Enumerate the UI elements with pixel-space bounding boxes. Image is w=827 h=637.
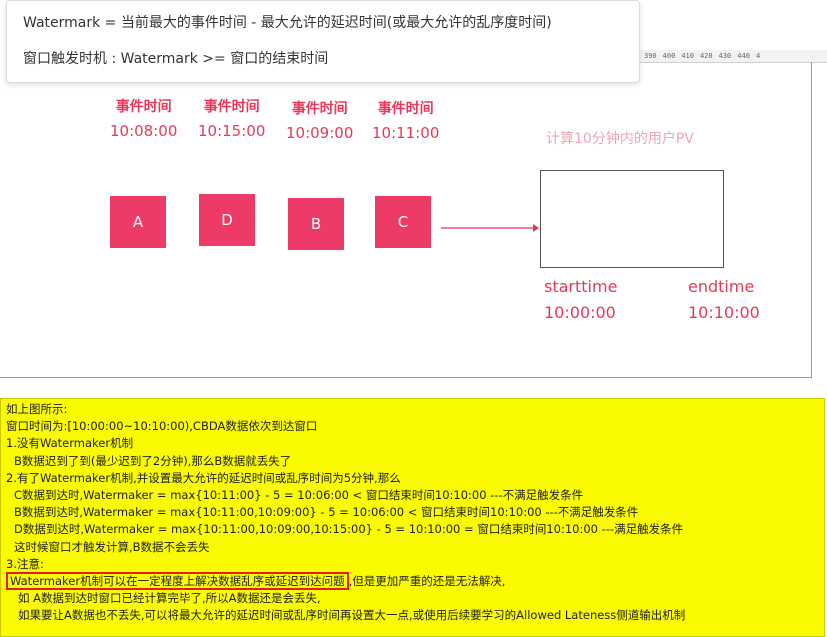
note-line: 如 A数据到达时窗口已经计算完毕了,所以A数据还是会丢失, xyxy=(18,591,321,606)
ruler-tick: 410 xyxy=(681,52,694,60)
note-line: C数据到达时,Watermaker = max{10:11:00} - 5 = … xyxy=(14,488,584,503)
explanation-note: 如上图所示: 窗口时间为:[10:00:00~10:10:00),CBDA数据依… xyxy=(0,398,825,637)
event-label-a: 事件时间 10:08:00 xyxy=(110,96,177,140)
event-label-c: 事件时间 10:11:00 xyxy=(372,98,439,142)
event-box-b: B xyxy=(288,198,344,250)
event-time-label: 事件时间 xyxy=(203,99,260,115)
window-end-label: endtime xyxy=(688,277,755,296)
window-start-label: starttime xyxy=(544,277,618,296)
ruler-tick: 430 xyxy=(718,52,732,60)
event-label-b: 事件时间 10:09:00 xyxy=(286,98,353,142)
note-line: B数据到达时,Watermaker = max{10:11:00,10:09:0… xyxy=(14,505,639,520)
ruler-tick: 4 xyxy=(755,52,761,60)
ruler-tick: 440 xyxy=(737,52,750,60)
note-line: 3.注意: xyxy=(6,556,44,571)
flow-arrow xyxy=(441,224,539,232)
note-line: 如果要让A数据也不丢失,可以将最大允许的延迟时间或乱序时间再设置大一点,或使用后… xyxy=(18,608,686,623)
tooltip-trigger-rule: 窗口触发时机 : Watermark >= 窗口的结束时间 xyxy=(23,51,329,67)
event-time-label: 事件时间 xyxy=(291,101,348,117)
window-end-time: 10:10:00 xyxy=(688,303,760,322)
note-line: 2.有了Watermaker机制,并设置最大允许的延迟时间或乱序时间为5分钟,那… xyxy=(6,470,401,485)
note-line: 如上图所示: xyxy=(6,402,68,416)
note-line: 窗口时间为:[10:00:00~10:10:00),CBDA数据依次到达窗口 xyxy=(6,419,318,434)
ruler-tick: 390 xyxy=(644,52,657,60)
note-line: B数据迟到了到(最少迟到了2分钟),那么B数据就丢失了 xyxy=(14,453,292,468)
event-box-c: C xyxy=(375,196,431,248)
note-line: 1.没有Watermaker机制 xyxy=(6,436,134,451)
event-time-label: 事件时间 xyxy=(115,99,172,115)
event-time-value: 10:15:00 xyxy=(198,122,266,140)
event-time-value: 10:11:00 xyxy=(372,124,440,142)
ruler-tick: 420 xyxy=(699,52,713,60)
event-box-a: A xyxy=(110,196,166,248)
event-time-value: 10:09:00 xyxy=(286,124,354,142)
ruler-tick: 400 xyxy=(662,52,676,60)
event-time-value: 10:08:00 xyxy=(110,122,178,140)
window-pv-label: 计算10分钟内的用户PV xyxy=(546,131,694,147)
note-line: Watermaker机制可以在一定程度上解决数据乱序或延迟到达问题 ,但是更加严重… xyxy=(6,572,819,591)
tooltip-watermark-formula: Watermark = 当前最大的事件时间 - 最大允许的延迟时间(或最大允许的… xyxy=(23,15,552,31)
highlighted-text: Watermaker机制可以在一定程度上解决数据乱序或延迟到达问题 xyxy=(6,572,349,591)
event-time-label: 事件时间 xyxy=(377,101,434,117)
note-line: 这时候窗口才触发计算,B数据不会丢失 xyxy=(14,539,210,554)
event-label-d: 事件时间 10:15:00 xyxy=(198,96,265,140)
tooltip-popup: Watermark = 当前最大的事件时间 - 最大允许的延迟时间(或最大允许的… xyxy=(6,0,640,83)
event-box-d: D xyxy=(199,194,255,246)
window-box xyxy=(540,170,724,268)
note-line: D数据到达时,Watermaker = max{10:11:00,10:09:0… xyxy=(14,522,684,537)
window-start-time: 10:00:00 xyxy=(544,303,616,322)
note-line-rest: ,但是更加严重的还是无法解决, xyxy=(348,574,506,589)
